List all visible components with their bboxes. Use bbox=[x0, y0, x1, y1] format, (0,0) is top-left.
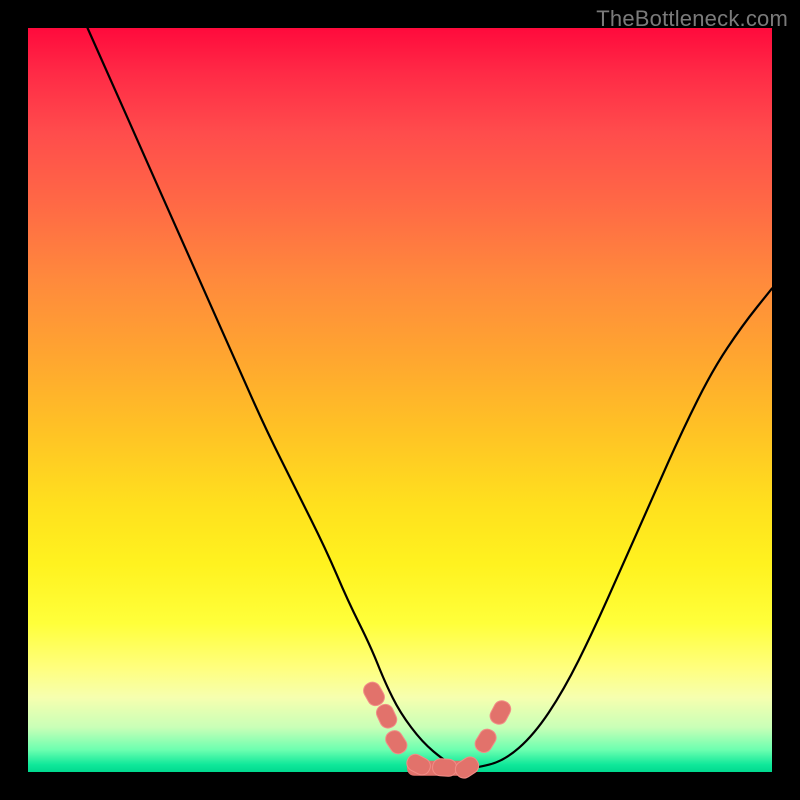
chart-svg bbox=[28, 28, 772, 772]
chart-frame: TheBottleneck.com bbox=[0, 0, 800, 800]
curve-marker bbox=[374, 702, 399, 731]
curve-marker bbox=[432, 758, 457, 776]
curve-marker bbox=[383, 728, 410, 757]
chart-plot-area bbox=[28, 28, 772, 772]
marker-group bbox=[361, 679, 514, 781]
watermark-text: TheBottleneck.com bbox=[596, 6, 788, 32]
bottleneck-curve bbox=[88, 28, 772, 768]
curve-marker bbox=[472, 726, 499, 755]
curve-marker bbox=[487, 698, 513, 727]
curve-marker bbox=[452, 754, 481, 781]
